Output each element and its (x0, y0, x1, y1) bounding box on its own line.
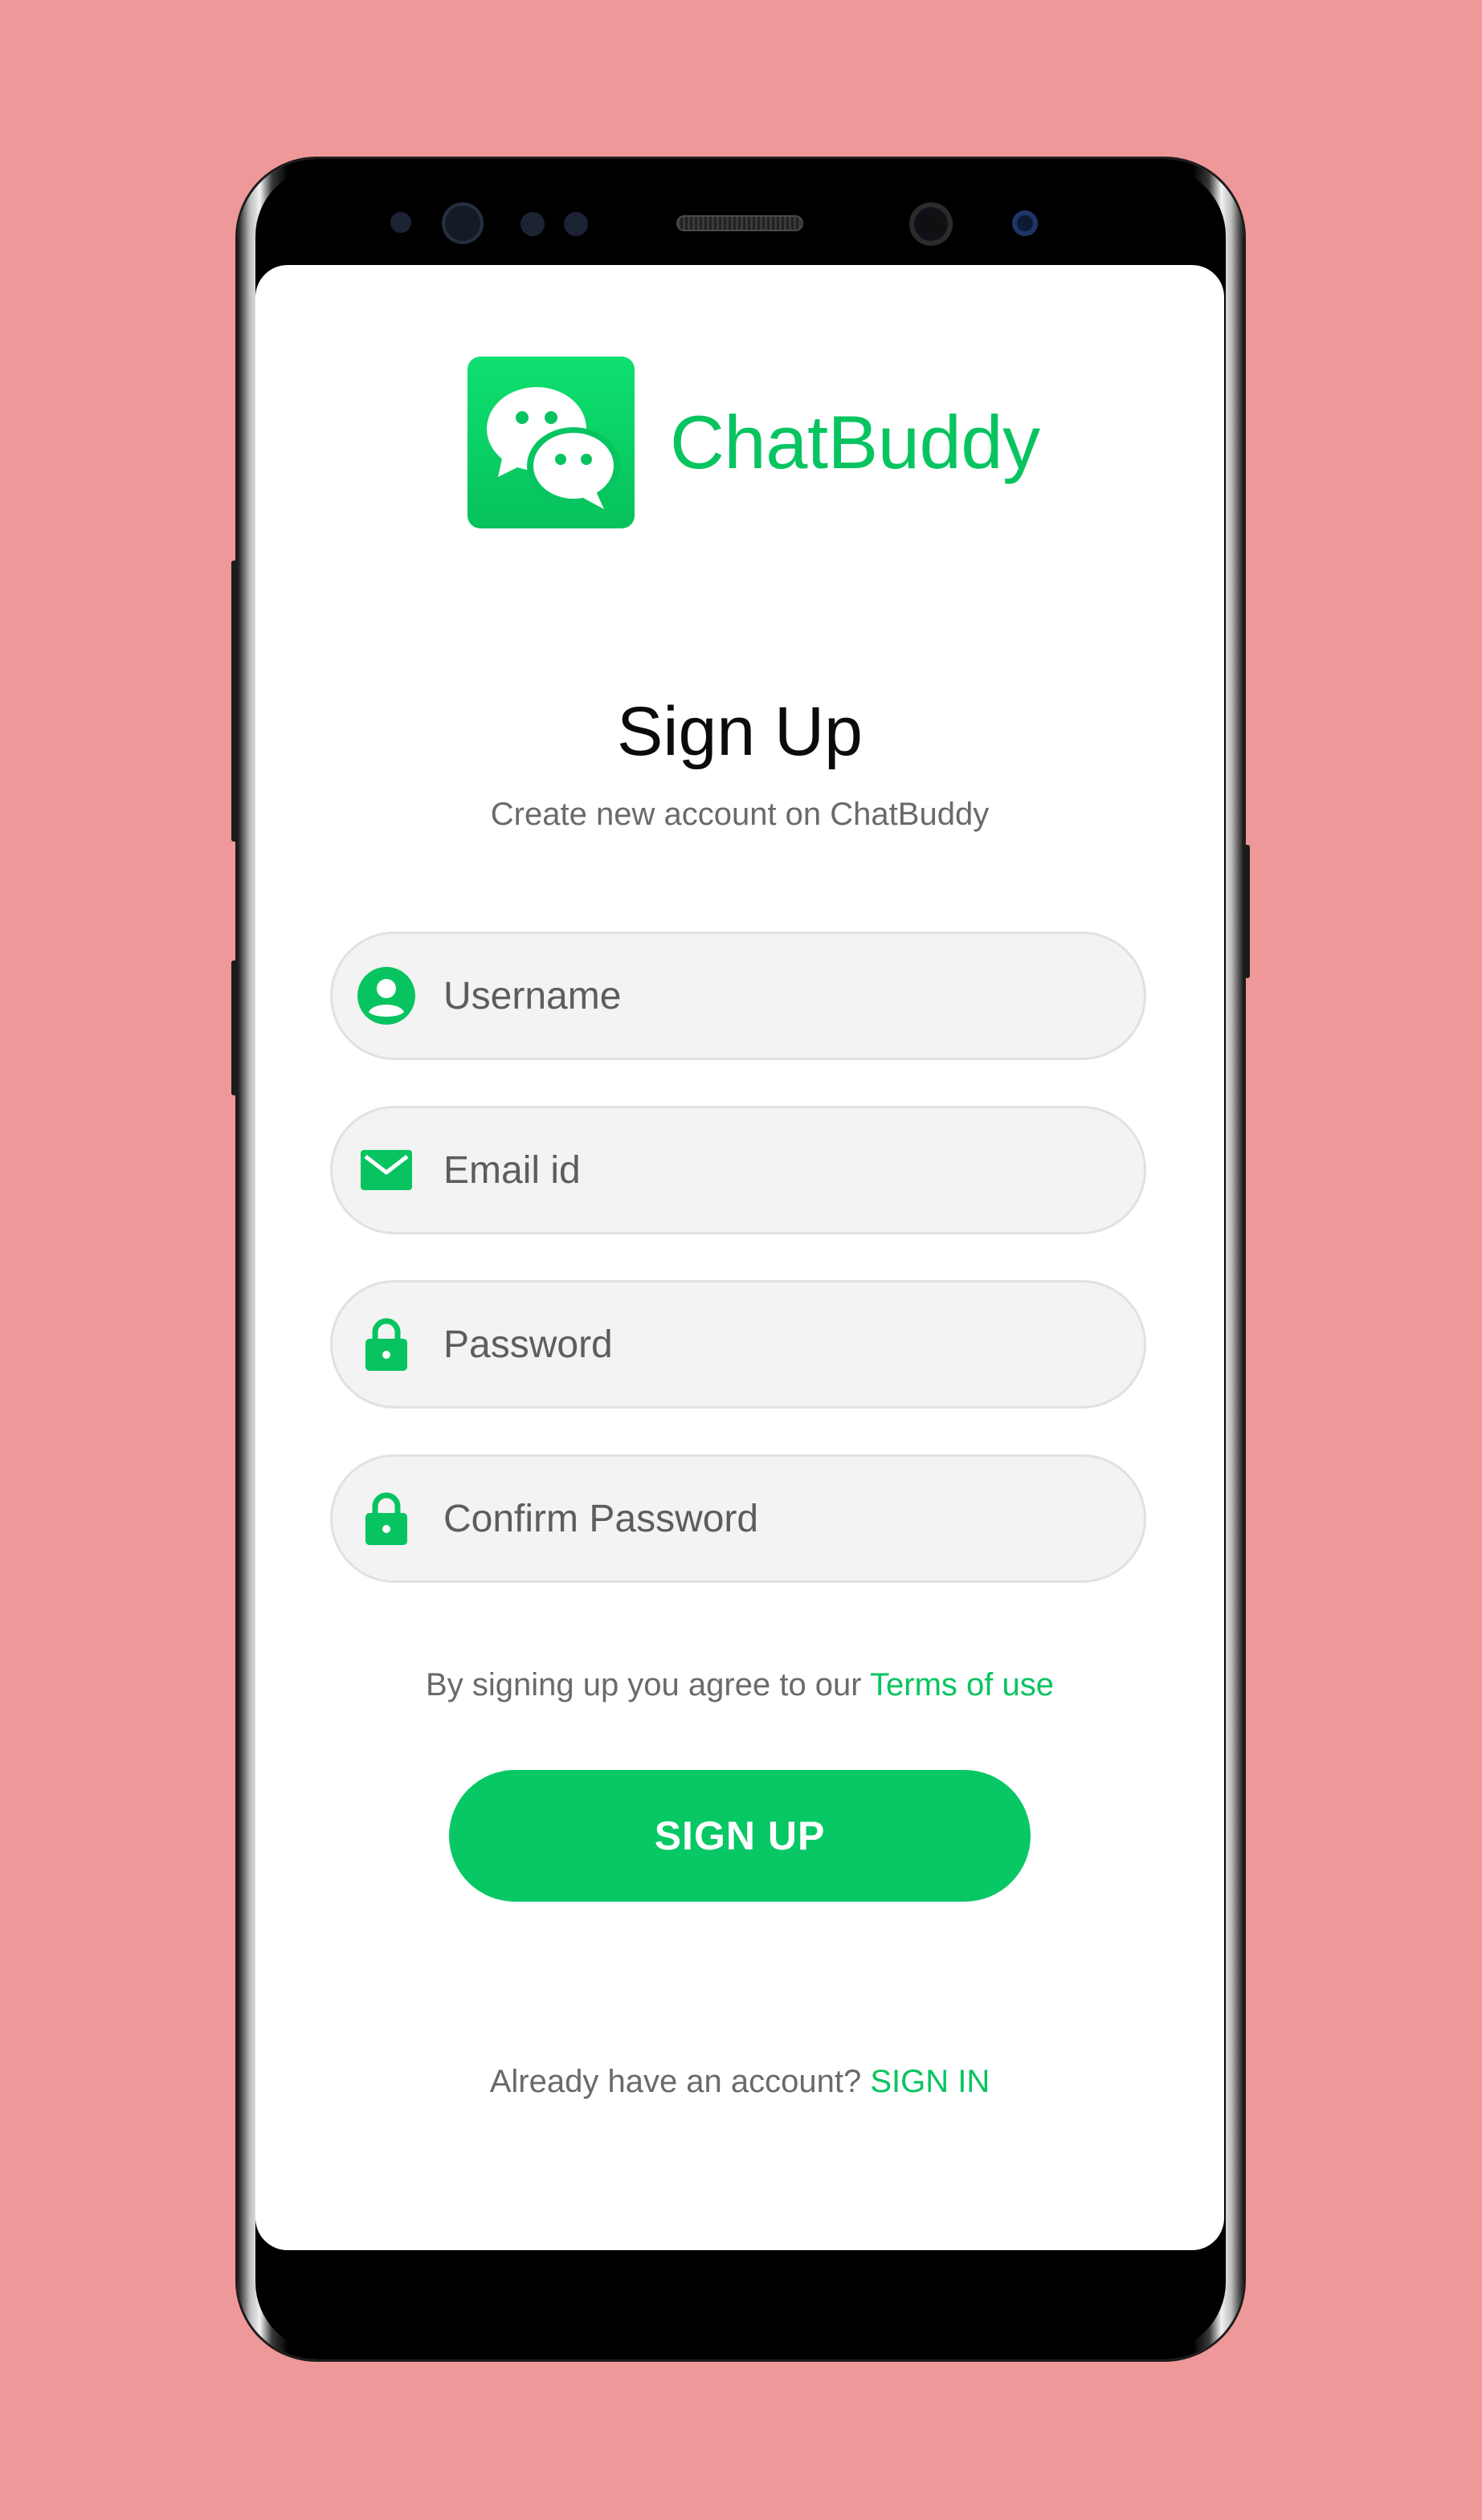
chat-bubbles-icon (487, 387, 620, 509)
user-icon (357, 966, 416, 1026)
app-logo (467, 357, 635, 528)
proximity-sensor (390, 212, 411, 233)
signin-link[interactable]: SIGN IN (870, 2064, 990, 2099)
phone-volume-button (231, 960, 238, 1095)
signin-prompt: Already have an account? SIGN IN (255, 2064, 1224, 2100)
phone-bixby-button (231, 561, 238, 842)
username-input[interactable] (442, 973, 1088, 1019)
email-field[interactable] (330, 1106, 1146, 1234)
led-sensor (564, 212, 588, 236)
email-input[interactable] (442, 1147, 1088, 1193)
phone-power-button (1243, 845, 1250, 978)
app-name: ChatBuddy (670, 400, 1040, 484)
signin-text: Already have an account? (489, 2064, 871, 2099)
iris-scanner (1012, 210, 1038, 236)
signup-screen: ChatBuddy Sign Up Create new account on … (255, 265, 1224, 2250)
terms-text: By signing up you agree to our (426, 1667, 870, 1702)
terms-of-use-link[interactable]: Terms of use (870, 1667, 1054, 1702)
confirm-password-input[interactable] (442, 1495, 1088, 1542)
terms-notice: By signing up you agree to our Terms of … (255, 1667, 1224, 1703)
confirm-password-field[interactable] (330, 1454, 1146, 1583)
password-input[interactable] (442, 1321, 1088, 1368)
envelope-icon (357, 1140, 416, 1200)
signup-button[interactable]: SIGN UP (449, 1770, 1031, 1902)
front-camera (909, 202, 953, 246)
lock-icon (357, 1315, 416, 1374)
password-field[interactable] (330, 1280, 1146, 1409)
page-title: Sign Up (617, 693, 863, 770)
iris-camera (442, 202, 484, 244)
lock-icon (357, 1489, 416, 1548)
page-subtitle: Create new account on ChatBuddy (490, 797, 990, 832)
username-field[interactable] (330, 932, 1146, 1060)
earpiece-speaker (676, 215, 803, 231)
brand-header: ChatBuddy (467, 357, 1040, 528)
light-sensor (521, 212, 545, 236)
